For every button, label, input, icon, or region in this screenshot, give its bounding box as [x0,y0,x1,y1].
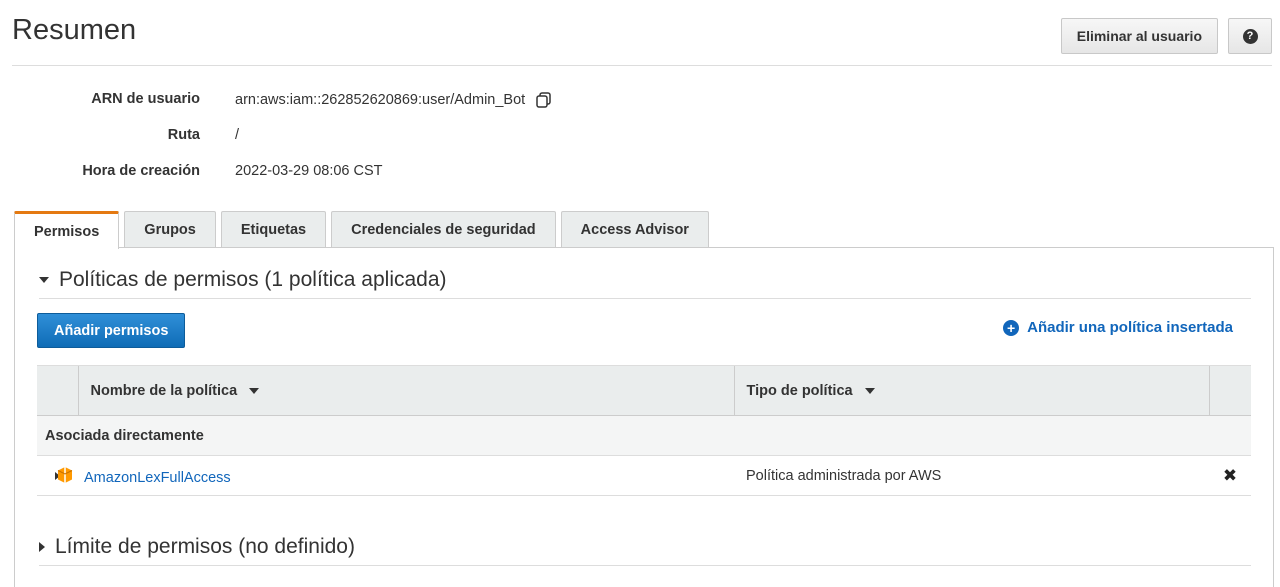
arn-row: ARN de usuario arn:aws:iam::262852620869… [0,91,553,127]
policy-type-header[interactable]: Tipo de política [733,365,1209,416]
policy-name-header[interactable]: Nombre de la política [77,365,734,416]
tab-permissions[interactable]: Permisos [14,211,120,249]
policy-type-cell: Política administrada por AWS [734,455,1209,496]
permission-policies-title: Políticas de permisos (1 política aplica… [59,268,447,291]
permission-policies-toggle[interactable]: Políticas de permisos (1 política aplica… [39,268,447,292]
user-tabs: Permisos Grupos Etiquetas Credenciales d… [14,211,709,249]
table-row: AmazonLexFullAccess Política administrad… [37,455,1251,496]
policy-type-header-label: Tipo de política [746,382,853,399]
permissions-boundary-toggle[interactable]: Límite de permisos (no definido) [39,535,355,559]
permissions-boundary-title: Límite de permisos (no definido) [55,535,355,558]
policy-name-link[interactable]: AmazonLexFullAccess [84,470,231,486]
help-button[interactable]: ? [1228,18,1272,54]
group-label: Asociada directamente [37,415,1251,456]
plus-circle-icon: + [1003,319,1020,336]
remove-policy-icon[interactable]: ✖ [1223,466,1237,485]
tab-security-credentials[interactable]: Credenciales de seguridad [331,211,556,248]
tab-tags[interactable]: Etiquetas [220,211,327,248]
header-divider [12,65,1272,66]
arn-label: ARN de usuario [91,91,200,107]
policies-table: Nombre de la política Tipo de política A… [37,365,1251,496]
section-divider [39,565,1251,566]
creation-time-row: Hora de creación 2022-03-29 08:06 CST [0,163,553,199]
add-inline-policy-label: Añadir una política insertada [1027,319,1233,336]
user-summary: ARN de usuario arn:aws:iam::262852620869… [0,91,553,199]
expand-column-header [37,365,78,416]
delete-user-button[interactable]: Eliminar al usuario [1060,18,1218,54]
permissions-panel: Políticas de permisos (1 política aplica… [14,247,1274,587]
chevron-right-icon [39,542,45,552]
add-permissions-button[interactable]: Añadir permisos [37,313,186,348]
add-inline-policy-link[interactable]: + Añadir una política insertada [1003,319,1233,336]
path-row: Ruta / [0,127,553,163]
sort-caret-icon [249,387,260,394]
actions-column-header [1208,365,1251,416]
aws-policy-box-icon [57,466,73,483]
section-divider [39,298,1251,299]
path-value: / [235,127,240,143]
copy-icon[interactable] [535,91,553,109]
chevron-down-icon [39,277,49,283]
arn-value: arn:aws:iam::262852620869:user/Admin_Bot [235,92,526,108]
tab-groups[interactable]: Grupos [124,211,216,248]
policy-name-header-label: Nombre de la política [90,382,238,399]
page-title: Resumen [12,14,137,46]
header-actions: Eliminar al usuario ? [1060,18,1272,54]
tab-access-advisor[interactable]: Access Advisor [560,211,709,248]
group-row: Asociada directamente [37,415,1251,456]
sort-caret-icon [864,387,875,394]
help-circle-icon: ? [1242,28,1258,44]
creation-time-value: 2022-03-29 08:06 CST [235,163,383,179]
path-label: Ruta [167,127,200,143]
creation-time-label: Hora de creación [82,163,200,179]
